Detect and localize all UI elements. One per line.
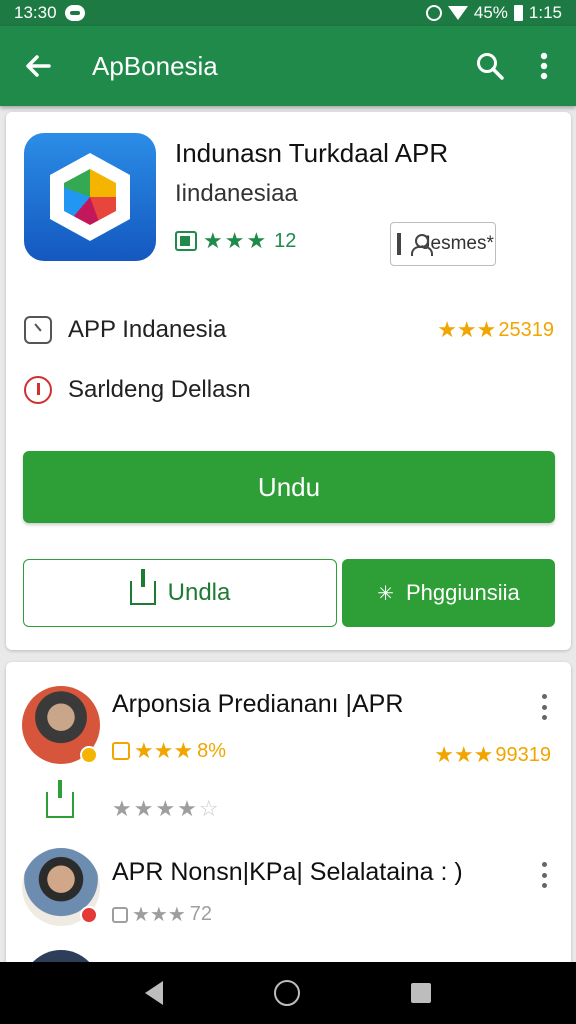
share-button[interactable]: Undla: [23, 559, 337, 627]
clock-icon: [24, 316, 52, 344]
status-time: 13:30: [14, 3, 57, 22]
reviews-card: Arponsia Prediananı |APR ★★★ 8% ★★★ 9931…: [6, 662, 571, 982]
share-icon[interactable]: [46, 780, 74, 818]
back-button[interactable]: [18, 46, 58, 86]
overflow-menu-button[interactable]: [524, 46, 564, 86]
app-detail-card: Indunasn Turkdaal APR Iindanesiaa ★★★ 12…: [6, 112, 571, 650]
review-count: 72: [189, 903, 213, 925]
status-clock: 1:15: [528, 3, 562, 22]
status-bar: 13:30 45% 1:15: [0, 0, 576, 26]
status-badge: [80, 906, 98, 924]
sparkle-icon: ✳: [377, 582, 394, 605]
status-badge: [80, 746, 98, 764]
wifi-icon: [447, 6, 468, 20]
bag-icon: [112, 742, 130, 760]
star-icons: ★★★: [434, 742, 494, 767]
star-icons: ★★★: [437, 317, 497, 342]
info-row-app-label: APP Indanesia: [68, 316, 227, 343]
app-rating: ★★★ 12: [175, 228, 296, 254]
star-icons: ★★★: [134, 738, 194, 763]
profile-chip[interactable]: Jesmes*: [390, 222, 496, 266]
rating-count: 12: [274, 229, 297, 252]
open-button-label: Phggiunsiia: [406, 580, 520, 605]
app-logo-icon: [24, 133, 156, 261]
search-button[interactable]: [470, 46, 510, 86]
star-icons: ★★★: [132, 904, 186, 926]
review-stat: ★★★ 99319: [434, 742, 551, 768]
app-bar: ApBonesia: [0, 26, 576, 106]
info-row-app[interactable]: APP Indanesia ★★★ 25319: [24, 316, 554, 344]
app-subtitle: Iindanesiaa: [175, 180, 298, 207]
arrow-back-icon: [26, 55, 51, 77]
more-vert-icon: [540, 52, 548, 80]
search-icon: [477, 53, 504, 80]
review-count: 99319: [495, 743, 551, 766]
open-button[interactable]: ✳ Phggiunsiia: [342, 559, 555, 627]
info-row-warning-label: Sarldeng Dellasn: [68, 376, 251, 403]
share-button-label: Undla: [167, 579, 231, 606]
rate-stars-input[interactable]: ★★★★☆: [112, 796, 221, 822]
review-title: APR Nonsn|KPa| Selalataina : ): [112, 858, 463, 886]
pause-icon: [397, 233, 401, 255]
review-rating: ★★★ 72: [112, 902, 212, 927]
nav-recents-icon[interactable]: [410, 983, 431, 1003]
share-icon: [129, 569, 156, 605]
system-nav-bar: [0, 962, 576, 1024]
battery-icon: [513, 5, 523, 21]
info-row-rating: ★★★ 25319: [437, 317, 554, 343]
install-button[interactable]: Undu: [23, 451, 555, 523]
alert-icon: [24, 376, 52, 404]
nav-home-icon[interactable]: [273, 980, 300, 1006]
app-name: Indunasn Turkdaal APR: [175, 138, 449, 168]
info-row-warning[interactable]: Sarldeng Dellasn: [24, 376, 554, 404]
info-row-stat: 25319: [498, 318, 554, 341]
review-more-button[interactable]: [536, 694, 552, 720]
battery-percent: 45%: [473, 3, 508, 22]
message-icon: [64, 5, 85, 21]
thumbs-up-icon: [175, 231, 197, 251]
bag-icon: [112, 906, 128, 923]
review-more-button[interactable]: [536, 862, 552, 888]
rating-stars: ★★★: [203, 228, 269, 253]
app-bar-title: ApBonesia: [92, 50, 218, 81]
alarm-icon: [425, 5, 442, 21]
nav-back-icon[interactable]: [145, 981, 164, 1005]
review-percent: 8%: [197, 739, 227, 762]
review-rating: ★★★ 8%: [112, 738, 226, 764]
review-title: Arponsia Prediananı |APR: [112, 690, 404, 718]
